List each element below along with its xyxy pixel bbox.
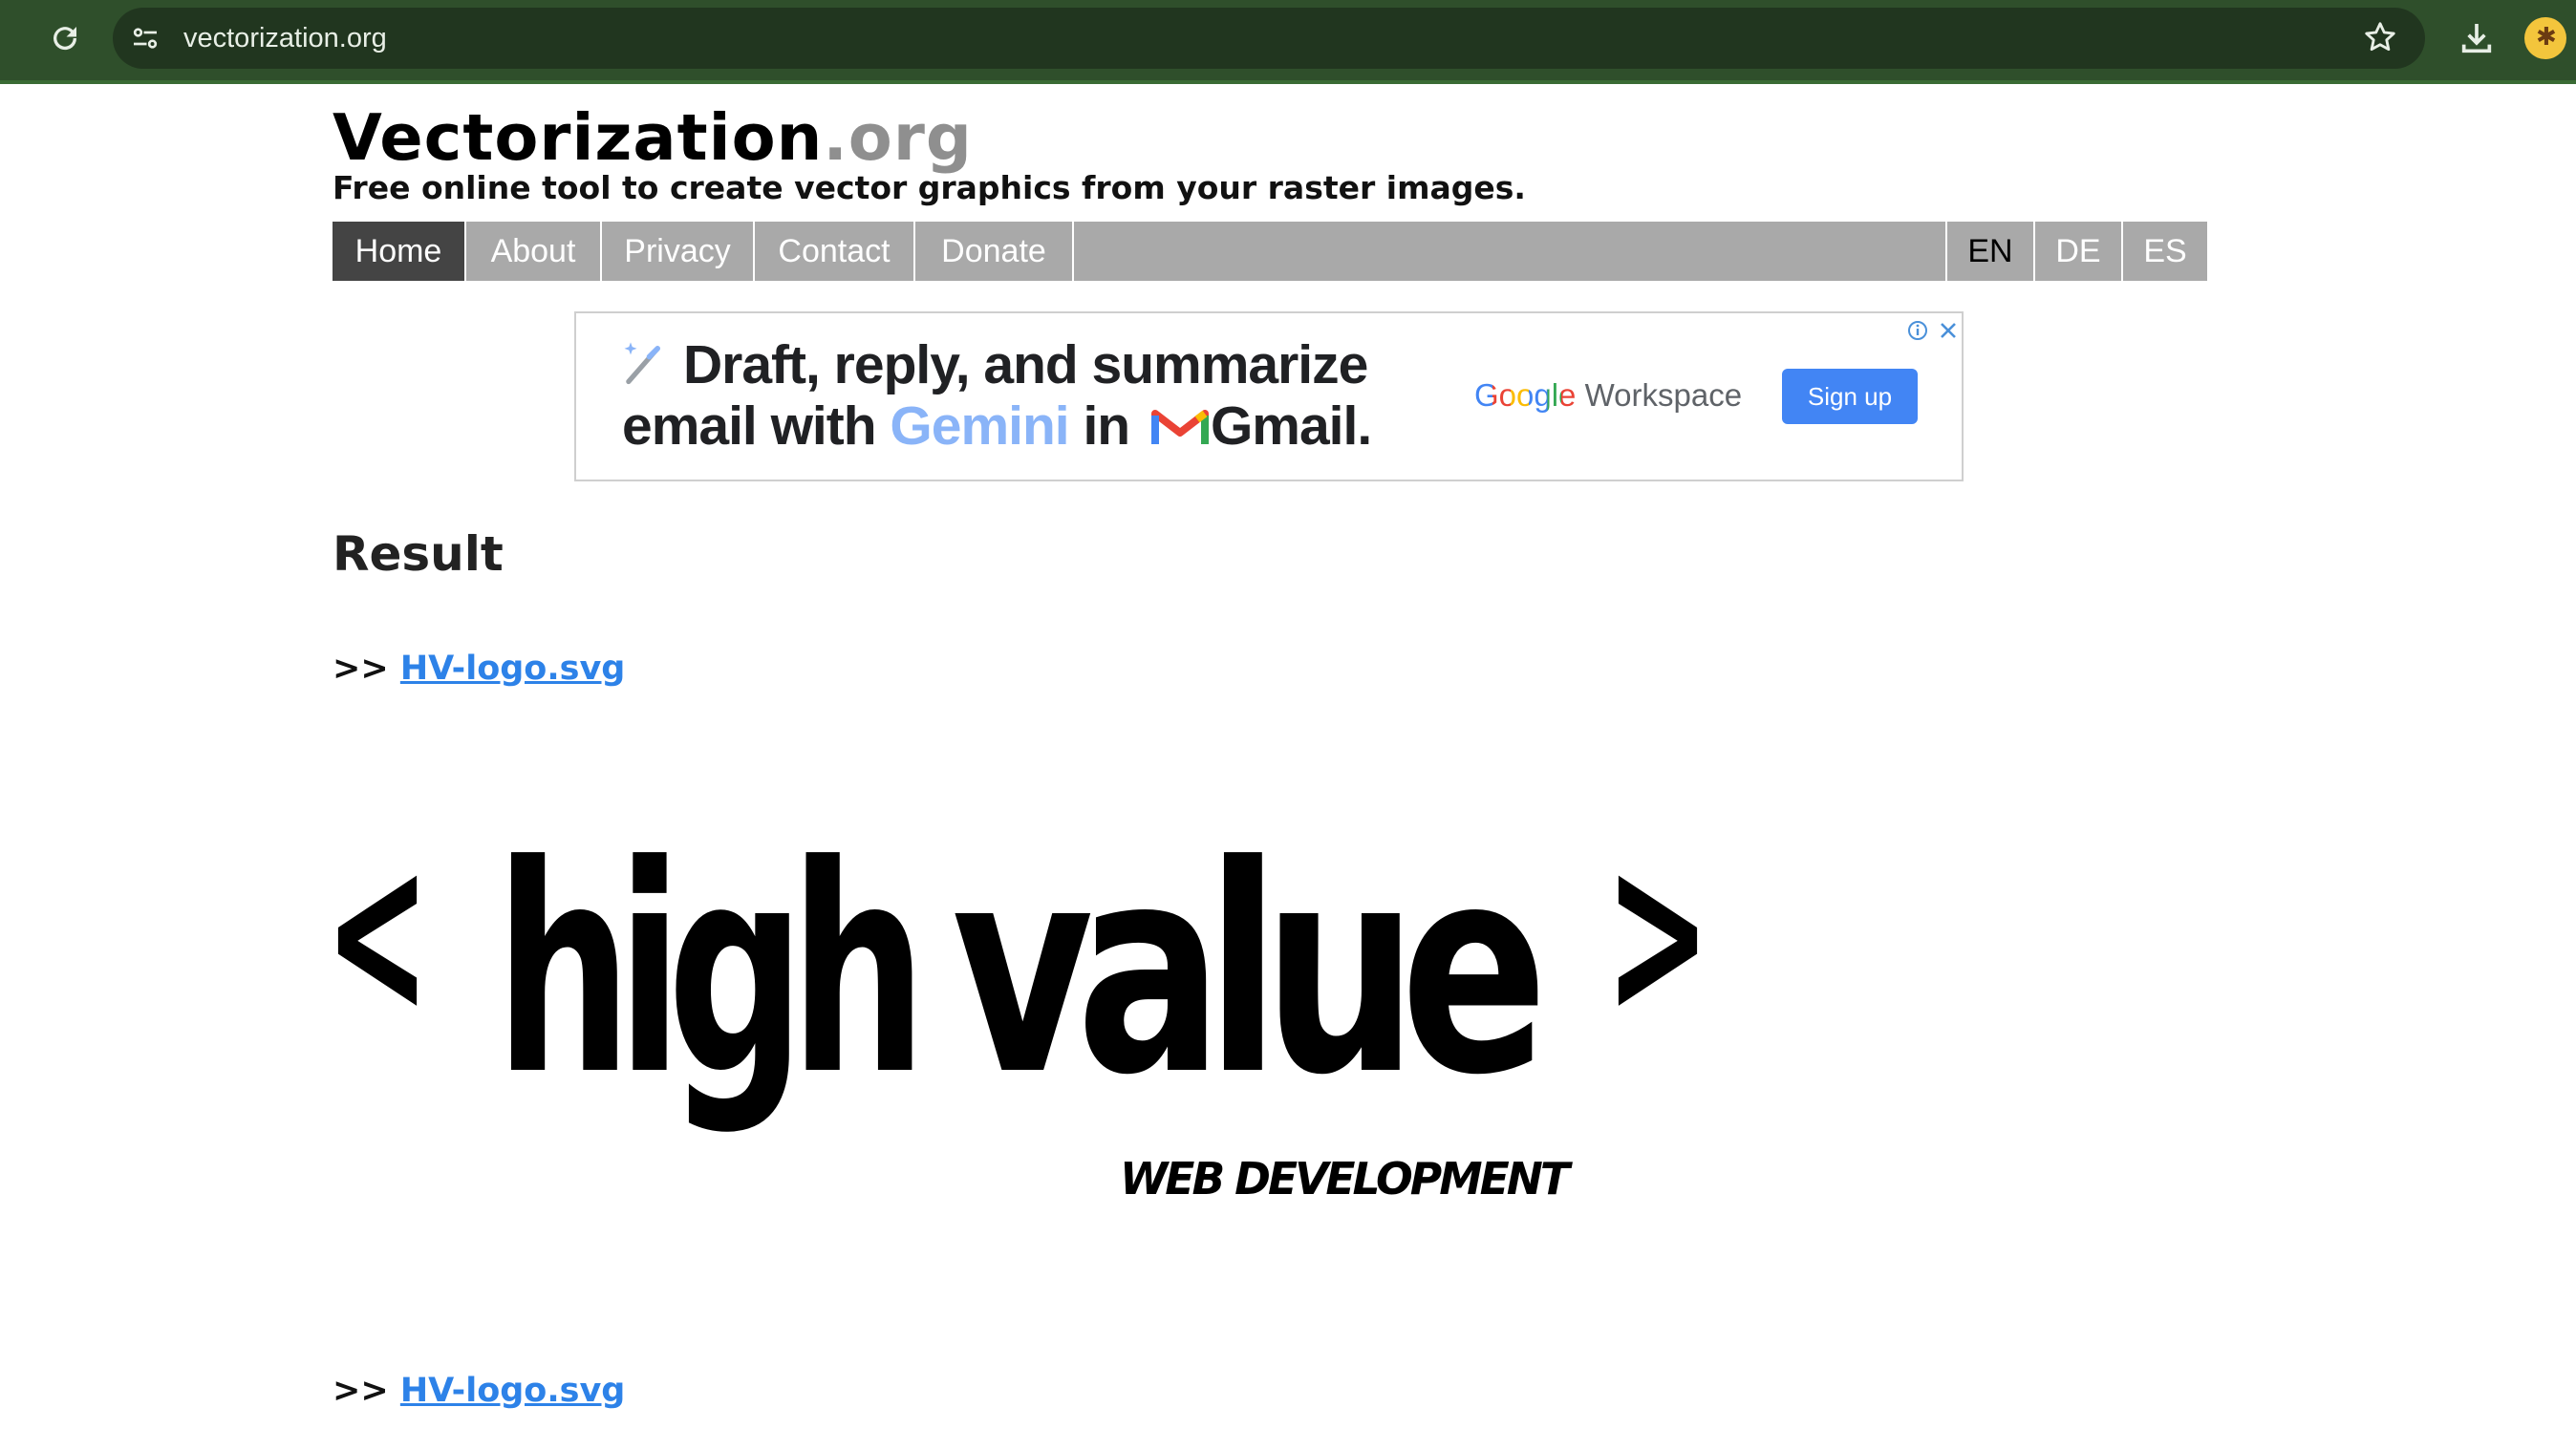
svg-download-link[interactable]: HV-logo.svg bbox=[400, 1372, 626, 1410]
result-heading: Result bbox=[333, 526, 504, 582]
profile-avatar[interactable]: ✱ bbox=[2524, 17, 2566, 59]
ad-headline-1: Draft, reply, and summarize bbox=[683, 334, 1368, 395]
bookmark-star-icon[interactable] bbox=[2362, 19, 2398, 55]
ad-close-icon[interactable] bbox=[1937, 319, 1960, 342]
site-settings-icon[interactable] bbox=[128, 21, 162, 55]
reload-icon[interactable] bbox=[48, 21, 82, 55]
nav-contact[interactable]: Contact bbox=[755, 222, 915, 281]
google-wordmark: Google bbox=[1474, 377, 1577, 413]
site-tld: .org bbox=[823, 100, 973, 175]
lang-de[interactable]: DE bbox=[2033, 222, 2121, 281]
logo-subtitle: WEB DEVELOPMENT bbox=[1120, 1153, 1574, 1205]
ad-signup-button[interactable]: Sign up bbox=[1782, 369, 1918, 424]
logo-word-value: value bbox=[952, 831, 1540, 1138]
url-text[interactable]: vectorization.org bbox=[183, 19, 387, 57]
svg-download-link[interactable]: HV-logo.svg bbox=[400, 650, 626, 688]
ad-banner[interactable]: Draft, reply, and summarize email with G… bbox=[574, 311, 1964, 481]
site-name: Vectorization bbox=[333, 100, 824, 175]
logo-word-high: high bbox=[495, 831, 913, 1138]
main-nav: Home About Privacy Contact Donate EN DE … bbox=[333, 222, 2207, 281]
gmail-icon bbox=[1150, 410, 1209, 444]
logo-right-bracket: > bbox=[1605, 831, 1710, 1067]
ad-text-b: in bbox=[1068, 395, 1144, 457]
ad-text-a: email with bbox=[622, 395, 891, 457]
vectorized-logo-image: < high value > WEB DEVELOPMENT bbox=[325, 831, 1710, 1205]
toolbar-divider bbox=[0, 80, 2576, 84]
link-prefix: >> bbox=[333, 1372, 389, 1410]
lang-es[interactable]: ES bbox=[2121, 222, 2207, 281]
nav-donate[interactable]: Donate bbox=[915, 222, 1074, 281]
adchoices-info-icon[interactable] bbox=[1906, 319, 1929, 342]
google-workspace-logo: Google Workspace bbox=[1474, 376, 1742, 415]
magic-wand-icon bbox=[624, 342, 660, 385]
site-title[interactable]: Vectorization.org bbox=[333, 99, 973, 176]
nav-home[interactable]: Home bbox=[333, 222, 466, 281]
logo-left-bracket: < bbox=[325, 831, 430, 1067]
site-tagline: Free online tool to create vector graphi… bbox=[333, 169, 1526, 206]
ad-gmail-text: Gmail. bbox=[1210, 395, 1372, 457]
nav-privacy[interactable]: Privacy bbox=[602, 222, 755, 281]
result-link-top: >> HV-logo.svg bbox=[333, 648, 625, 690]
nav-about[interactable]: About bbox=[466, 222, 602, 281]
download-icon[interactable] bbox=[2458, 19, 2496, 57]
workspace-wordmark: Workspace bbox=[1576, 377, 1743, 413]
ad-gemini-text: Gemini bbox=[890, 395, 1069, 457]
link-prefix: >> bbox=[333, 650, 389, 688]
lang-en[interactable]: EN bbox=[1945, 222, 2033, 281]
address-bar[interactable] bbox=[113, 8, 2425, 69]
result-link-bottom: >> HV-logo.svg bbox=[333, 1370, 625, 1412]
ad-headline-2: email with Gemini in Gmail. bbox=[622, 394, 1372, 458]
